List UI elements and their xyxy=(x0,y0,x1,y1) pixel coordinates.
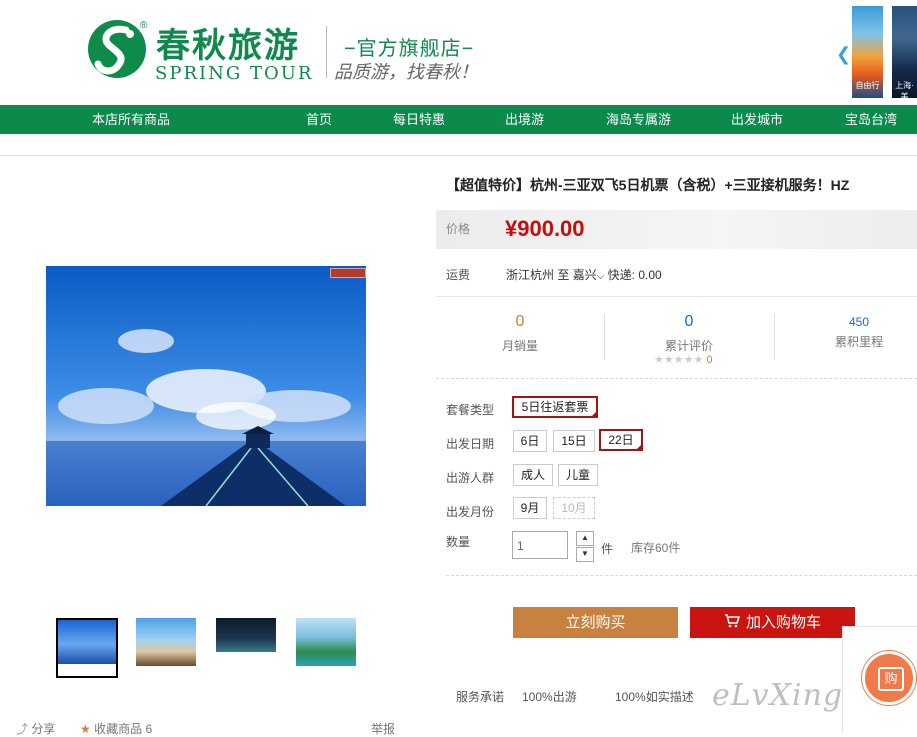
quantity-input[interactable]: 1 xyxy=(512,531,568,559)
banner-prev-arrow-icon[interactable]: ❮ xyxy=(836,44,851,65)
promo-banner-1-text: 自由行 xyxy=(855,81,880,90)
shipping-label: 运费 xyxy=(446,268,471,282)
logo-chinese-text: 春秋旅游 xyxy=(156,26,300,66)
service-label: 服务承诺 xyxy=(456,690,505,704)
star-icon: ★ xyxy=(80,722,91,736)
price-value: ¥900.00 xyxy=(505,216,585,241)
shipping-info: 浙江杭州 至 嘉兴⌵ 快递: 0.00 xyxy=(506,266,662,283)
shopping-bag-icon-label: 购 xyxy=(878,667,904,691)
shipping-to-word: 至 xyxy=(557,268,570,282)
promo-banner-2-text: 上海·美 xyxy=(895,81,914,101)
rating-stars: ★★★★★ 0 xyxy=(654,353,713,366)
cart-icon xyxy=(724,608,741,639)
traveler-option-adult[interactable]: 成人 xyxy=(513,464,553,486)
nav-all-products[interactable]: 本店所有商品 xyxy=(92,105,170,134)
product-main-image[interactable] xyxy=(46,266,366,506)
departure-month-label: 出发月份 xyxy=(446,505,495,519)
thumbnail-4[interactable] xyxy=(296,618,356,666)
service-item-1: 100%出游 xyxy=(522,690,577,704)
logo-divider xyxy=(326,26,327,78)
quantity-unit: 件 xyxy=(601,542,614,556)
date-option-22[interactable]: 22日 xyxy=(599,429,643,451)
service-item-2: 100%如实描述 xyxy=(615,690,694,704)
traveler-type-label: 出游人群 xyxy=(446,471,495,485)
quantity-label: 数量 xyxy=(446,535,471,549)
nav-island-tours[interactable]: 海岛专属游 xyxy=(606,105,671,134)
main-nav: 本店所有商品 首页 每日特惠 出境游 海岛专属游 出发城市 宝岛台湾 xyxy=(0,105,917,134)
add-to-cart-label: 加入购物车 xyxy=(745,614,821,631)
mileage-label: 累积里程 xyxy=(834,335,883,349)
slogan: 品质游，找春秋！ xyxy=(334,62,478,83)
date-option-6[interactable]: 6日 xyxy=(513,430,547,452)
date-option-15[interactable]: 15日 xyxy=(553,430,595,452)
stock-info: 库存60件 xyxy=(631,541,681,555)
nav-outbound[interactable]: 出境游 xyxy=(505,105,544,134)
report-link[interactable]: 举报 xyxy=(371,720,395,737)
image-watermark-badge xyxy=(330,268,366,278)
package-option-5day-roundtrip[interactable]: 5日往返套票 xyxy=(512,396,598,418)
logo-english-text: SPRING TOUR xyxy=(155,63,314,84)
product-title: 【超值特价】杭州-三亚双飞5日机票（含税）+三亚接机服务！HZ xyxy=(446,177,850,193)
divider-dashed xyxy=(446,575,917,577)
thumbnail-3[interactable] xyxy=(216,618,276,652)
month-option-oct: 10月 xyxy=(553,497,595,519)
departure-date-label: 出发日期 xyxy=(446,437,495,451)
shipping-method: 快递: 0.00 xyxy=(607,268,662,282)
review-count-label[interactable]: 累计评价 xyxy=(649,337,729,354)
rating-count: 0 xyxy=(706,354,713,366)
nav-home[interactable]: 首页 xyxy=(306,105,332,134)
divider xyxy=(436,296,917,297)
monthly-sales-label: 月销量 xyxy=(501,339,538,353)
package-type-label: 套餐类型 xyxy=(446,403,495,417)
quantity-decrease-button[interactable]: ▼ xyxy=(576,547,594,562)
nav-daily-deals[interactable]: 每日特惠 xyxy=(393,105,445,134)
stat-divider xyxy=(604,314,605,360)
monthly-sales-value: 0 xyxy=(515,313,525,330)
nav-taiwan[interactable]: 宝岛台湾 xyxy=(845,105,897,134)
favorite-link[interactable]: ★ 收藏商品 6 xyxy=(80,720,152,737)
header-separator xyxy=(0,155,917,156)
traveler-option-child[interactable]: 儿童 xyxy=(558,464,598,486)
spring-tour-logo-icon xyxy=(88,20,146,78)
share-link[interactable]: ⤴ 分享 xyxy=(16,720,55,737)
shipping-from: 浙江杭州 xyxy=(506,268,555,282)
registered-mark: ® xyxy=(140,20,148,31)
share-icon: ⤴ xyxy=(16,722,29,736)
review-count-value[interactable]: 0 xyxy=(649,313,729,331)
thumbnail-2[interactable] xyxy=(136,618,196,666)
nav-departure-city[interactable]: 出发城市 xyxy=(731,105,783,134)
shopping-bag-icon[interactable]: 购 xyxy=(862,651,916,705)
thumbnail-1[interactable] xyxy=(56,618,118,678)
chevron-down-icon: ⌵ xyxy=(596,271,605,282)
price-label: 价格 xyxy=(446,222,471,236)
divider-dashed xyxy=(436,378,917,380)
shipping-destination-select[interactable]: 嘉兴⌵ xyxy=(573,268,605,282)
mileage-value: 450 xyxy=(848,315,870,329)
add-to-cart-button[interactable]: 加入购物车 xyxy=(690,607,855,638)
star-icons: ★★★★★ xyxy=(654,354,704,366)
buy-now-button[interactable]: 立刻购买 xyxy=(513,607,678,638)
month-option-sep[interactable]: 9月 xyxy=(513,497,547,519)
quantity-increase-button[interactable]: ▲ xyxy=(576,531,594,546)
stat-divider xyxy=(774,314,775,360)
store-name: −官方旗舰店− xyxy=(344,38,475,60)
